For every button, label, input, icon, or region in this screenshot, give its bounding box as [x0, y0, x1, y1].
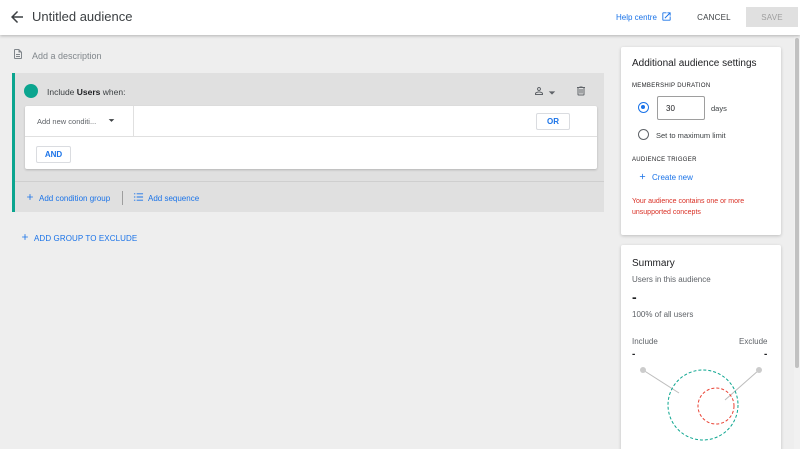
- duration-input[interactable]: [657, 96, 705, 120]
- condition-box: Add new conditi... OR AND: [25, 106, 597, 169]
- include-heading: Include Users when:: [47, 87, 125, 97]
- venn-diagram: [640, 367, 762, 441]
- add-sequence-label: Add sequence: [148, 193, 200, 203]
- exclude-label: Exclude: [739, 337, 768, 346]
- users-in-audience-label: Users in this audience: [632, 275, 711, 284]
- include-label: Include: [632, 337, 658, 346]
- description-row[interactable]: Add a description: [12, 47, 102, 65]
- percent-of-users: 100% of all users: [632, 310, 694, 319]
- create-new-label: Create new: [652, 173, 693, 182]
- include-pointer-line: [642, 369, 680, 394]
- audience-trigger-label: AUDIENCE TRIGGER: [632, 157, 697, 163]
- group-header: Include Users when:: [15, 73, 604, 105]
- footer-divider: [122, 191, 123, 205]
- scrollbar-thumb[interactable]: [795, 38, 799, 368]
- users-count: -: [632, 289, 637, 305]
- include-condition-group: Include Users when: Add new conditi... O…: [12, 73, 604, 212]
- include-count: -: [632, 349, 636, 360]
- duration-unit: days: [711, 104, 727, 113]
- sequence-icon: [133, 192, 144, 204]
- plus-icon: [638, 172, 647, 183]
- include-suffix: when:: [100, 87, 126, 97]
- exclude-pointer-dot: [756, 367, 762, 373]
- create-new-trigger-button[interactable]: Create new: [638, 172, 693, 183]
- top-bar: Untitled audience Help centre CANCEL SAV…: [0, 0, 800, 35]
- summary-card: Summary Users in this audience - 100% of…: [621, 245, 781, 449]
- include-circle: [667, 369, 739, 441]
- plus-icon: [25, 192, 35, 204]
- max-limit-label: Set to maximum limit: [656, 131, 726, 140]
- include-scope: Users: [76, 87, 101, 97]
- person-icon: [533, 84, 545, 102]
- settings-title: Additional audience settings: [632, 58, 757, 69]
- help-centre-link[interactable]: Help centre: [616, 11, 672, 24]
- caret-down-icon: [548, 84, 556, 102]
- plus-icon: [20, 232, 30, 244]
- description-input[interactable]: Add a description: [32, 51, 102, 61]
- or-button[interactable]: OR: [536, 113, 570, 130]
- cancel-button[interactable]: CANCEL: [692, 7, 736, 27]
- include-indicator-icon: [24, 84, 38, 98]
- exclude-count: -: [764, 349, 768, 360]
- summary-title: Summary: [632, 258, 675, 269]
- exclude-circle: [697, 387, 735, 425]
- condition-divider: [133, 106, 134, 137]
- open-in-new-icon: [661, 11, 672, 24]
- unsupported-warning: Your audience contains one or more unsup…: [632, 198, 745, 216]
- page-title: Untitled audience: [32, 9, 133, 24]
- condition-row: Add new conditi... OR: [25, 106, 597, 137]
- scope-dropdown[interactable]: [533, 84, 556, 102]
- scrollbar[interactable]: [794, 36, 800, 449]
- add-sequence-button[interactable]: Add sequence: [133, 192, 199, 204]
- add-condition-group-button[interactable]: Add condition group: [25, 192, 110, 204]
- include-pointer-dot: [640, 367, 646, 373]
- group-footer: Add condition group Add sequence: [15, 181, 604, 212]
- add-condition-group-label: Add condition group: [39, 193, 111, 203]
- save-button[interactable]: SAVE: [746, 7, 798, 27]
- add-group-to-exclude-label: ADD GROUP TO EXCLUDE: [34, 233, 138, 243]
- back-arrow-icon[interactable]: [8, 8, 26, 26]
- caret-down-icon: [108, 117, 115, 126]
- duration-radio[interactable]: [638, 102, 649, 113]
- add-group-to-exclude-button[interactable]: ADD GROUP TO EXCLUDE: [20, 232, 137, 244]
- and-button[interactable]: AND: [36, 146, 71, 163]
- help-centre-label: Help centre: [616, 13, 657, 22]
- include-prefix: Include: [47, 87, 77, 97]
- delete-icon[interactable]: [575, 84, 587, 102]
- additional-settings-card: Additional audience settings MEMBERSHIP …: [621, 47, 781, 235]
- description-icon: [12, 47, 24, 65]
- add-condition-label: Add new conditi...: [37, 117, 97, 126]
- add-condition-dropdown[interactable]: Add new conditi...: [37, 117, 115, 126]
- max-limit-radio[interactable]: [638, 129, 649, 140]
- membership-duration-label: MEMBERSHIP DURATION: [632, 83, 711, 89]
